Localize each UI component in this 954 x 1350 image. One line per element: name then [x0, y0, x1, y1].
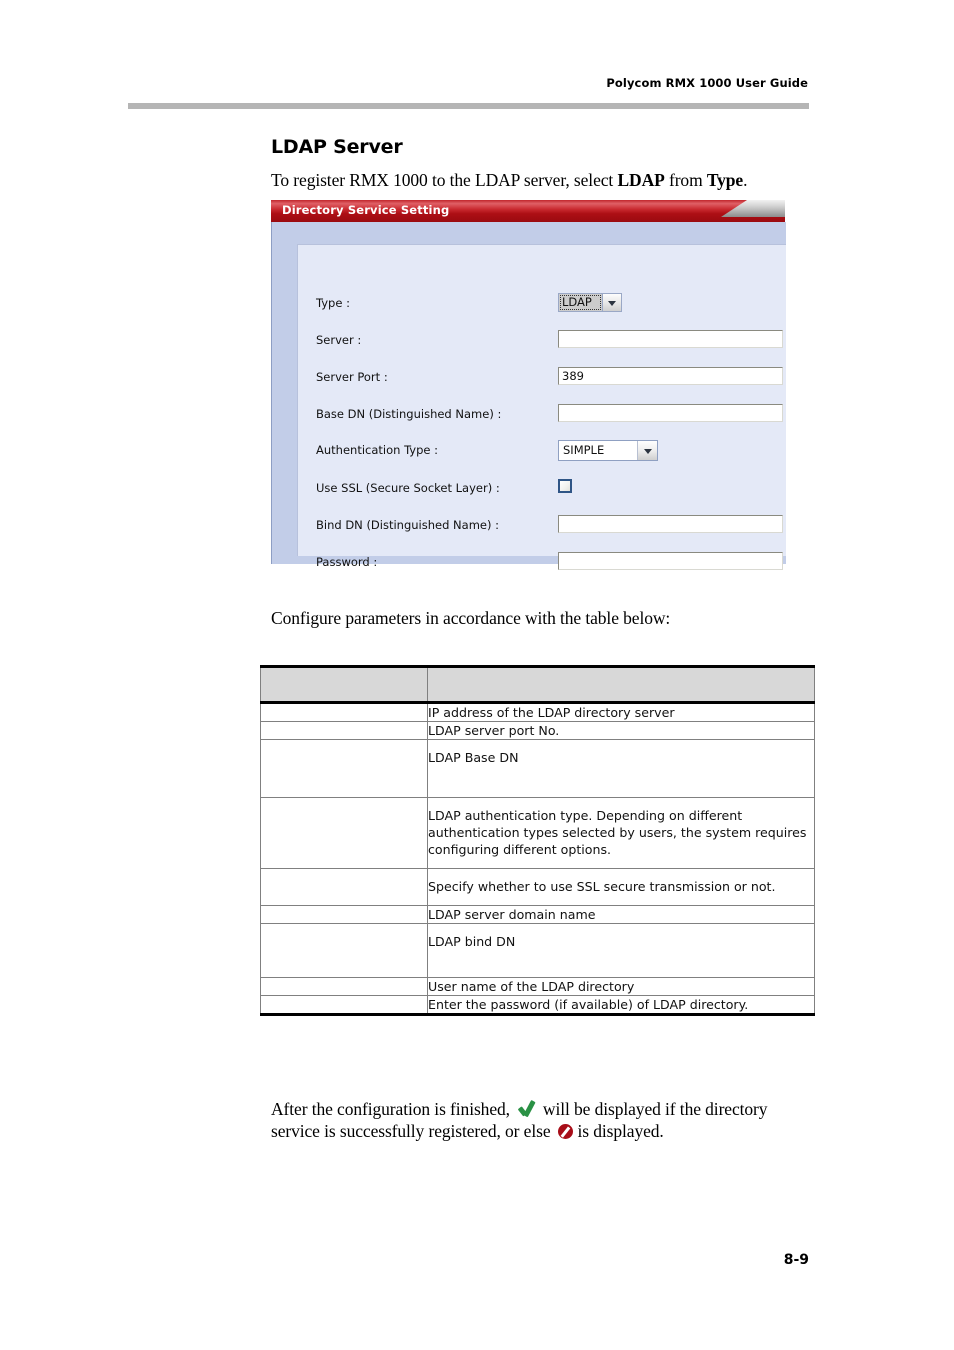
- table-row: LDAP authentication type. Depending on d…: [260, 797, 815, 869]
- label-password: Password :: [316, 555, 378, 569]
- intro-middle: from: [664, 170, 707, 190]
- dialog-title: Directory Service Setting: [282, 203, 450, 217]
- password-input[interactable]: [558, 552, 783, 570]
- bind-dn-input[interactable]: [558, 515, 783, 533]
- table-header-name: [260, 665, 428, 704]
- cell-param-name: [260, 721, 428, 740]
- intro-prefix: To register RMX 1000 to the LDAP server,…: [271, 170, 618, 190]
- table-header-row: [260, 665, 815, 704]
- parameters-table: IP address of the LDAP directory server …: [260, 665, 815, 1016]
- type-select-value: LDAP: [559, 294, 602, 311]
- running-head: Polycom RMX 1000 User Guide: [606, 76, 808, 90]
- authentication-type-select[interactable]: SIMPLE: [558, 440, 658, 461]
- label-bind-dn: Bind DN (Distinguished Name) :: [316, 518, 500, 532]
- use-ssl-checkbox[interactable]: [558, 479, 572, 493]
- cell-param-name: [260, 702, 428, 722]
- dialog-titlebar: Directory Service Setting: [271, 200, 785, 222]
- table-header-description: [427, 665, 815, 704]
- base-dn-input[interactable]: [558, 404, 783, 422]
- cell-param-desc: LDAP bind DN: [427, 923, 815, 978]
- table-row: LDAP Base DN: [260, 739, 815, 798]
- configure-instruction: Configure parameters in accordance with …: [271, 608, 671, 628]
- server-input[interactable]: [558, 330, 783, 348]
- authentication-type-value: SIMPLE: [563, 443, 605, 457]
- cell-param-desc: LDAP Base DN: [427, 739, 815, 798]
- table-row: Enter the password (if available) of LDA…: [260, 995, 815, 1016]
- cell-param-desc: LDAP server domain name: [427, 905, 815, 924]
- type-select[interactable]: LDAP: [558, 293, 622, 312]
- label-server: Server :: [316, 333, 362, 347]
- label-base-dn: Base DN (Distinguished Name) :: [316, 407, 502, 421]
- label-use-ssl: Use SSL (Secure Socket Layer) :: [316, 481, 500, 495]
- cell-param-desc: LDAP server port No.: [427, 721, 815, 740]
- server-port-input[interactable]: 389: [558, 367, 783, 385]
- chevron-down-icon[interactable]: [602, 294, 621, 311]
- label-authentication-type: Authentication Type :: [316, 443, 439, 457]
- cell-param-name: [260, 905, 428, 924]
- error-slash-icon: [557, 1124, 573, 1139]
- intro-bold-ldap: LDAP: [617, 170, 665, 190]
- cell-param-desc: Enter the password (if available) of LDA…: [427, 995, 815, 1016]
- success-check-icon: [517, 1101, 536, 1118]
- cell-param-desc: Specify whether to use SSL secure transm…: [427, 868, 815, 906]
- closing-text-4: is displayed.: [577, 1121, 664, 1141]
- cell-param-name: [260, 923, 428, 978]
- cell-param-desc: LDAP authentication type. Depending on d…: [427, 797, 815, 869]
- table-row: User name of the LDAP directory: [260, 977, 815, 996]
- cell-param-name: [260, 797, 428, 869]
- cell-param-desc: IP address of the LDAP directory server: [427, 702, 815, 722]
- table-row: LDAP bind DN: [260, 923, 815, 978]
- table-row: LDAP server domain name: [260, 905, 815, 924]
- label-type: Type :: [316, 296, 350, 310]
- directory-service-setting-dialog: Directory Service Setting Type : LDAP Se…: [271, 200, 786, 570]
- cell-param-name: [260, 739, 428, 798]
- chevron-down-icon[interactable]: [637, 441, 657, 460]
- table-row: Specify whether to use SSL secure transm…: [260, 868, 815, 906]
- header-rule: [128, 103, 809, 109]
- cell-param-name: [260, 977, 428, 996]
- intro-bold-type: Type: [706, 170, 744, 190]
- intro-sentence: To register RMX 1000 to the LDAP server,…: [271, 170, 747, 191]
- cell-param-name: [260, 995, 428, 1016]
- closing-text-3: service is successfully registered, or e…: [271, 1121, 551, 1141]
- page-number: 8-9: [783, 1252, 809, 1268]
- closing-text-1: After the configuration is finished,: [271, 1099, 510, 1119]
- dialog-form-panel: Type : LDAP Server : Server Port : 389 B…: [297, 244, 786, 570]
- table-row: LDAP server port No.: [260, 721, 815, 740]
- closing-text-2: will be displayed if the directory: [542, 1099, 768, 1119]
- titlebar-tab-shape: [721, 200, 785, 217]
- page-title: LDAP Server: [271, 136, 403, 158]
- intro-suffix: .: [743, 170, 748, 190]
- label-server-port: Server Port :: [316, 370, 388, 384]
- closing-paragraph: After the configuration is finished, will…: [271, 1098, 811, 1142]
- dialog-body: Type : LDAP Server : Server Port : 389 B…: [271, 222, 786, 570]
- cell-param-desc: User name of the LDAP directory: [427, 977, 815, 996]
- table-row: IP address of the LDAP directory server: [260, 702, 815, 722]
- cell-param-name: [260, 868, 428, 906]
